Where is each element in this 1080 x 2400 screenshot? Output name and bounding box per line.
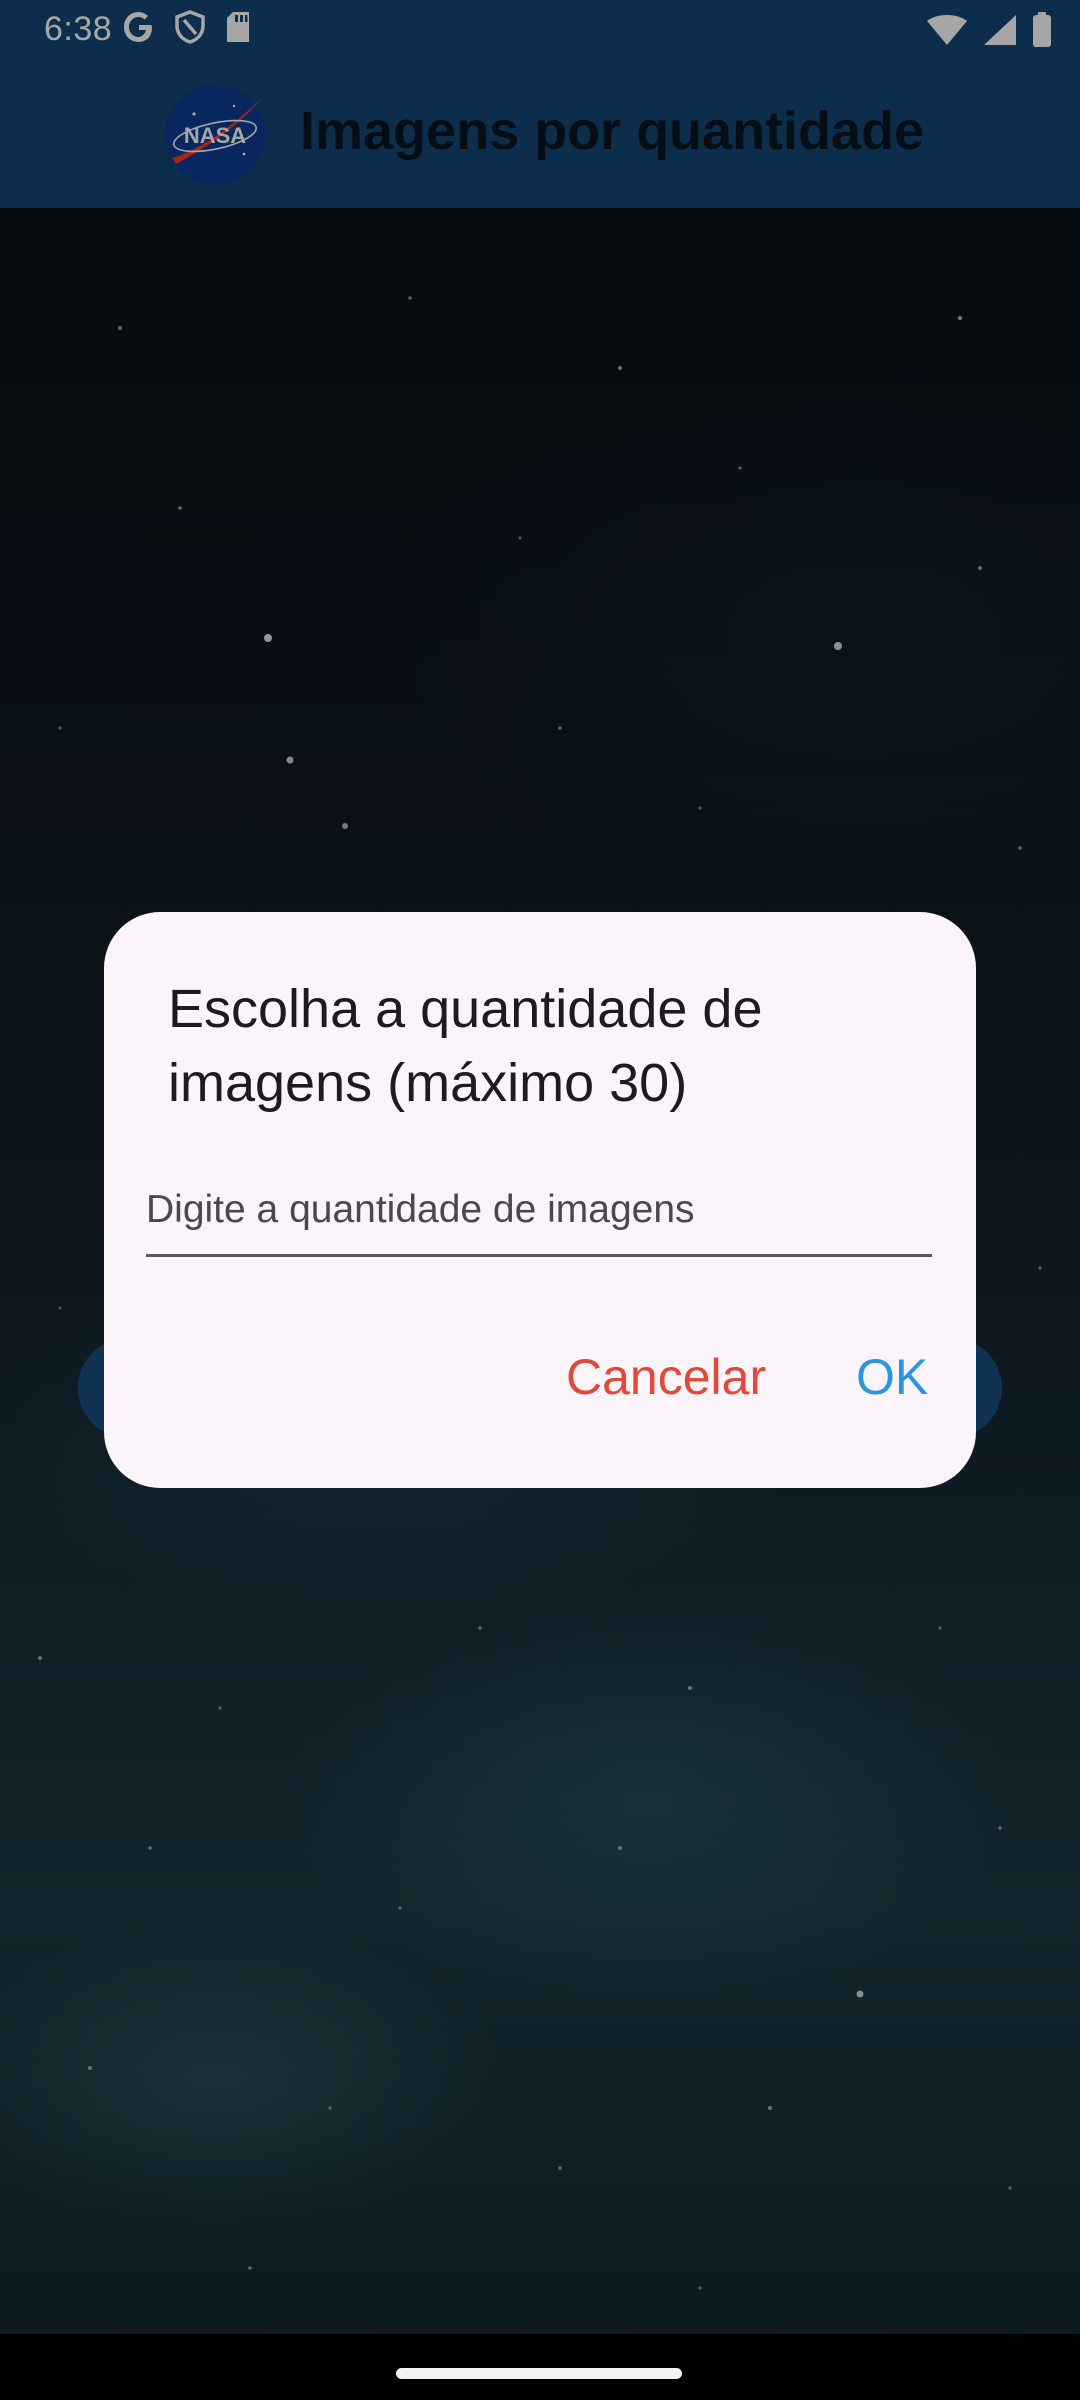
- quantity-input[interactable]: [146, 1180, 932, 1240]
- quantity-input-wrapper: [146, 1180, 932, 1290]
- quantity-dialog: Escolha a quantidade de imagens (máximo …: [104, 912, 976, 1488]
- ok-button[interactable]: OK: [856, 1348, 928, 1406]
- home-gesture-handle[interactable]: [396, 2368, 682, 2379]
- dialog-title: Escolha a quantidade de imagens (máximo …: [168, 979, 763, 1113]
- navigation-bar: [0, 2334, 1080, 2400]
- input-underline: [146, 1254, 932, 1257]
- cancel-button[interactable]: Cancelar: [566, 1348, 766, 1406]
